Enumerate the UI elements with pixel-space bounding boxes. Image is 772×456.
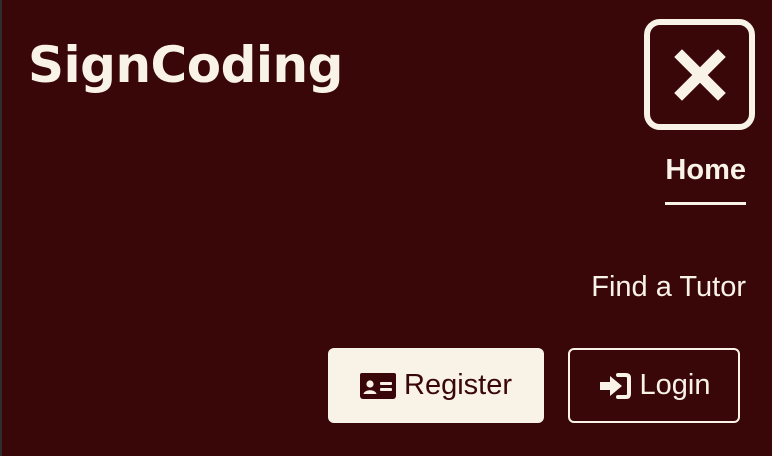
- nav-link-find-tutor[interactable]: Find a Tutor: [591, 273, 746, 302]
- register-button[interactable]: Register: [328, 348, 544, 423]
- nav-link-home-label: Home: [665, 154, 746, 186]
- login-button-label: Login: [639, 369, 711, 401]
- brand-logo[interactable]: SignCoding: [28, 40, 343, 90]
- id-card-icon: [360, 372, 396, 399]
- active-underline: [665, 202, 746, 205]
- close-icon: [673, 48, 727, 102]
- register-button-label: Register: [404, 369, 512, 401]
- close-menu-button[interactable]: [644, 19, 755, 130]
- login-button[interactable]: Login: [568, 348, 740, 423]
- sign-in-icon: [598, 372, 632, 400]
- nav-link-home[interactable]: Home: [665, 156, 746, 205]
- mobile-nav-panel: SignCoding Home Find a Tutor Register Lo…: [2, 0, 772, 456]
